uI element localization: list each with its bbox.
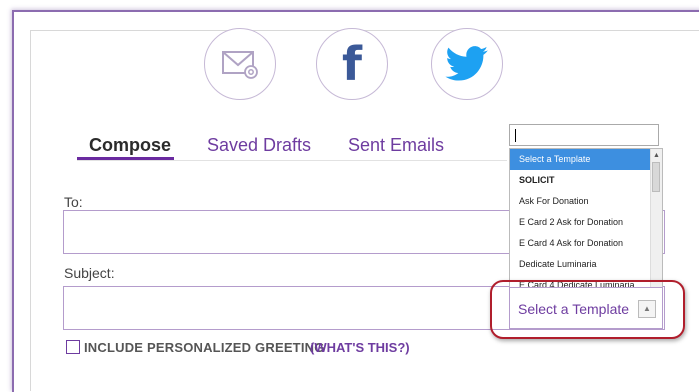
scroll-up-arrow-icon[interactable]: ▲ — [652, 151, 661, 160]
subject-label: Subject: — [64, 265, 115, 281]
twitter-share-button[interactable] — [431, 28, 503, 100]
template-option[interactable]: Dedicate Luminaria — [510, 254, 652, 275]
text-caret — [515, 129, 516, 142]
twitter-bird-icon — [445, 46, 488, 81]
dropdown-scrollbar[interactable]: ▲ — [650, 149, 662, 287]
facebook-share-button[interactable]: f — [316, 28, 388, 100]
tab-saved-drafts[interactable]: Saved Drafts — [207, 135, 311, 156]
template-option[interactable]: E Card 4 Ask for Donation — [510, 233, 652, 254]
scroll-thumb[interactable] — [652, 162, 660, 192]
email-share-button[interactable] — [204, 28, 276, 100]
template-group-heading: SOLICIT — [519, 175, 555, 185]
template-option[interactable]: E Card 2 Ask for Donation — [510, 212, 652, 233]
tab-divider — [77, 160, 507, 161]
template-option[interactable]: Ask For Donation — [510, 191, 652, 212]
greeting-checkbox[interactable] — [66, 340, 80, 354]
template-dropdown-list[interactable]: Select a Template SOLICIT Ask For Donati… — [509, 148, 663, 288]
template-option[interactable]: Select a Template — [510, 149, 652, 170]
tab-sent-emails[interactable]: Sent Emails — [348, 135, 444, 156]
greeting-label: INCLUDE PERSONALIZED GREETING — [84, 340, 325, 355]
whats-this-link[interactable]: (WHAT'S THIS?) — [310, 340, 410, 355]
facebook-icon: f — [341, 37, 362, 91]
highlight-annotation — [490, 280, 685, 339]
to-label: To: — [64, 194, 83, 210]
template-search-input[interactable] — [509, 124, 659, 146]
tab-compose[interactable]: Compose — [89, 135, 171, 156]
envelope-at-icon — [222, 51, 258, 79]
